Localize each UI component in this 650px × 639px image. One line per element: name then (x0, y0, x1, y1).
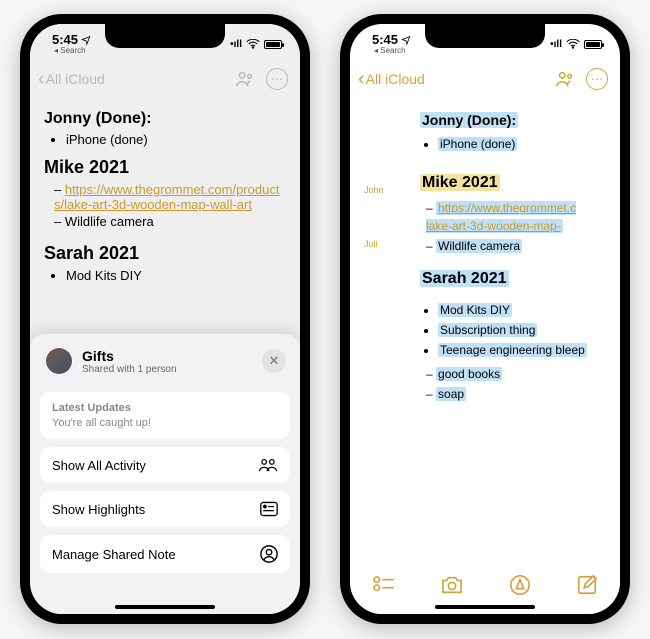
compose-icon[interactable] (576, 574, 598, 596)
latest-updates-label: Latest Updates (52, 402, 131, 414)
signal-icon: •ıll (550, 39, 562, 50)
home-indicator[interactable] (435, 605, 535, 609)
heading-sarah: Sarah 2021 (44, 243, 286, 264)
list-item: Wildlife camera (54, 214, 286, 229)
list-item: iPhone (done) (438, 137, 517, 151)
more-icon[interactable]: ⋯ (586, 68, 608, 90)
list-item: good books (436, 367, 502, 381)
list-item: soap (436, 387, 466, 401)
people-icon (258, 457, 278, 473)
collaborate-icon[interactable] (234, 68, 256, 90)
heading-jonny: Jonny (Done): (44, 110, 286, 128)
share-sheet: Gifts Shared with 1 person ✕ Latest Upda… (30, 334, 300, 614)
heading-mike: Mike 2021 (44, 157, 286, 178)
list-item: Teenage engineering bleep (438, 343, 587, 357)
camera-icon[interactable] (440, 575, 464, 595)
status-search-label: Search (60, 46, 85, 55)
note-content: Jonny (Done): iPhone (done) John Mike 20… (350, 98, 620, 405)
back-label: All iCloud (366, 71, 425, 87)
wifi-icon (566, 39, 580, 49)
status-time: 5:45 (372, 33, 398, 46)
more-icon[interactable]: ⋯ (266, 68, 288, 90)
notch (105, 24, 225, 48)
back-button[interactable]: ‹ All iCloud (38, 69, 105, 89)
note-content: Jonny (Done): iPhone (done) Mike 2021 ht… (30, 98, 300, 289)
markup-icon[interactable] (509, 574, 531, 596)
iphone-left: 5:45 ◂ Search •ıll ‹ All iCloud ⋯ Jonn (20, 14, 310, 624)
checklist-icon[interactable] (373, 576, 395, 594)
list-item: Wildlife camera (436, 239, 522, 253)
signal-icon: •ıll (230, 39, 242, 50)
back-label: All iCloud (46, 71, 105, 87)
back-button[interactable]: ‹ All iCloud (358, 69, 425, 89)
navbar: ‹ All iCloud ⋯ (30, 64, 300, 98)
close-button[interactable]: ✕ (262, 349, 286, 373)
iphone-right: 5:45 ◂ Search •ıll ‹ All iCloud ⋯ Jonn (340, 14, 630, 624)
list-item: Mod Kits DIY (438, 303, 512, 317)
button-label: Show All Activity (52, 458, 146, 473)
highlights-icon (260, 501, 278, 517)
home-indicator[interactable] (115, 605, 215, 609)
chevron-left-icon: ‹ (358, 69, 365, 89)
heading-sarah: Sarah 2021 (420, 270, 509, 287)
battery-icon (264, 40, 282, 49)
avatar (44, 346, 74, 376)
navbar: ‹ All iCloud ⋯ (350, 64, 620, 98)
button-label: Show Highlights (52, 502, 145, 517)
link-grommet[interactable]: https://www.thegrommet.clake-art-3d-wood… (426, 201, 576, 233)
show-all-activity-button[interactable]: Show All Activity (40, 447, 290, 483)
location-icon (401, 35, 411, 45)
list-item: Mod Kits DIY (66, 268, 286, 283)
list-item: Subscription thing (438, 323, 537, 337)
sheet-title: Gifts (82, 348, 177, 364)
notch (425, 24, 545, 48)
latest-updates-card: Latest Updates You're all caught up! (40, 392, 290, 439)
wifi-icon (246, 39, 260, 49)
list-item: iPhone (done) (66, 132, 286, 147)
button-label: Manage Shared Note (52, 547, 176, 562)
heading-jonny: Jonny (Done): (420, 112, 518, 128)
person-circle-icon (260, 545, 278, 563)
link-grommet[interactable]: https://www.thegrommet.com/products/lake… (54, 182, 279, 212)
attribution-juli: Juli (364, 238, 378, 252)
latest-updates-text: You're all caught up! (52, 417, 151, 429)
battery-icon (584, 40, 602, 49)
attribution-john: John (364, 184, 384, 198)
sheet-subtitle: Shared with 1 person (82, 364, 177, 375)
close-icon: ✕ (269, 353, 280, 369)
manage-shared-note-button[interactable]: Manage Shared Note (40, 535, 290, 573)
location-icon (81, 35, 91, 45)
collaborate-icon[interactable] (554, 68, 576, 90)
status-time: 5:45 (52, 33, 78, 46)
show-highlights-button[interactable]: Show Highlights (40, 491, 290, 527)
chevron-left-icon: ‹ (38, 69, 45, 89)
status-search-label: Search (380, 46, 405, 55)
heading-mike: Mike 2021 (420, 174, 500, 191)
